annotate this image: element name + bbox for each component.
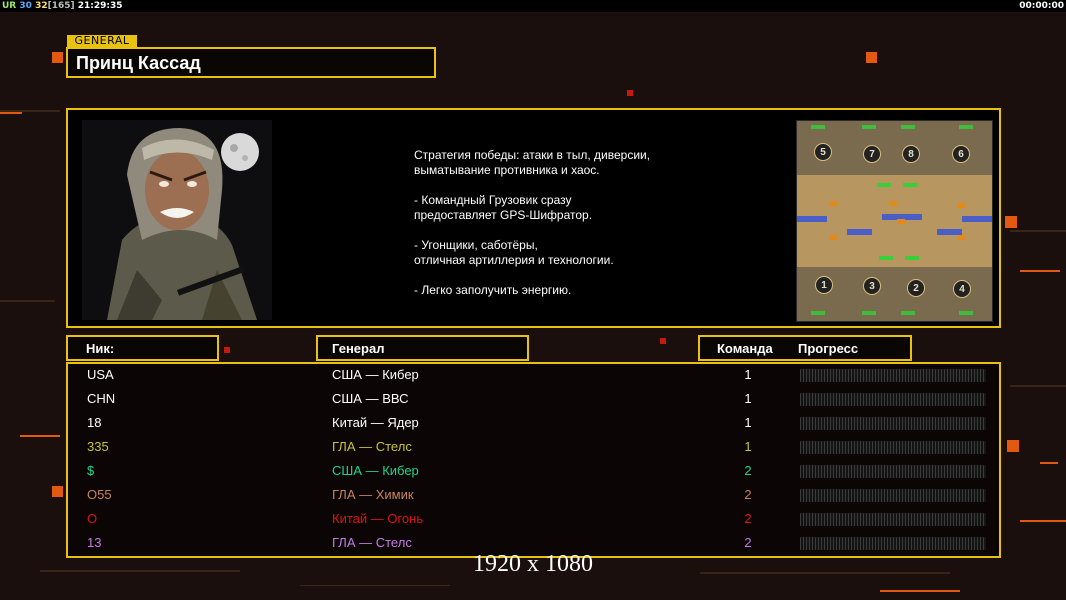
progress-bar	[800, 513, 986, 526]
player-team: 1	[744, 391, 752, 406]
player-row: 335 ГЛА — Стелс 1	[68, 436, 999, 460]
player-team: 1	[744, 439, 752, 454]
header-team-label: Команда	[717, 341, 773, 356]
stats-readout: UR 30 32[165] 21:29:35	[2, 0, 123, 12]
progress-bar	[800, 393, 986, 406]
player-row: $ США — Кибер 2	[68, 460, 999, 484]
player-general: ГЛА — Стелс	[332, 535, 412, 550]
general-portrait	[82, 120, 272, 320]
resolution-label: 1920 x 1080	[473, 551, 593, 577]
start-position-5[interactable]: 5	[814, 143, 832, 161]
start-position-2[interactable]: 2	[907, 279, 925, 297]
stat-2: 30	[19, 1, 32, 11]
player-nick: CHN	[87, 391, 116, 406]
header-progress-label: Прогресс	[798, 341, 859, 356]
player-row: 18 Китай — Ядер 1	[68, 412, 999, 436]
start-position-6[interactable]: 6	[952, 145, 970, 163]
player-general: США — Кибер	[332, 463, 419, 478]
player-team: 1	[744, 415, 752, 430]
strategy-line-1: Стратегия победы: атаки в тыл, диверсии,…	[414, 148, 651, 177]
header-team-progress: Команда Прогресс	[698, 335, 912, 361]
start-position-4[interactable]: 4	[953, 280, 971, 298]
strategy-text: Стратегия победы: атаки в тыл, диверсии,…	[414, 148, 714, 313]
player-general: ГЛА — Химик	[332, 487, 414, 502]
start-position-8[interactable]: 8	[902, 145, 920, 163]
header-nick: Ник:	[66, 335, 219, 361]
strategy-line-2: - Командный Грузовик сразу предоставляет…	[414, 193, 593, 222]
player-team: 1	[744, 367, 752, 382]
general-tag: GENERAL	[67, 35, 137, 47]
start-position-3[interactable]: 3	[863, 277, 881, 295]
start-position-7[interactable]: 7	[863, 145, 881, 163]
player-nick: 18	[87, 415, 102, 430]
strategy-line-3: - Угонщики, саботёры, отличная артиллери…	[414, 238, 614, 267]
player-nick: O55	[87, 487, 112, 502]
status-bar: UR 30 32[165] 21:29:35 00:00:00	[0, 0, 1066, 12]
general-name: Принц Кассад	[76, 53, 201, 73]
player-team: 2	[744, 511, 752, 526]
clock: 21:29:35	[77, 1, 123, 11]
strategy-line-4: - Легко заполучить энергию.	[414, 283, 572, 297]
map-preview: 5 7 8 6 1 3 2 4	[796, 120, 993, 322]
general-name-box: Принц Кассад	[66, 47, 436, 78]
player-team: 2	[744, 463, 752, 478]
player-list: USA США — Кибер 1 CHN США — ВВС 1 18 Кит…	[66, 362, 1001, 558]
header-nick-label: Ник:	[86, 341, 115, 356]
player-team: 2	[744, 535, 752, 550]
progress-bar	[800, 417, 986, 430]
player-nick: 335	[87, 439, 109, 454]
player-row: O55 ГЛА — Химик 2	[68, 484, 999, 508]
player-general: ГЛА — Стелс	[332, 439, 412, 454]
player-general: Китай — Огонь	[332, 511, 424, 526]
player-nick: USA	[87, 367, 114, 382]
player-nick: 13	[87, 535, 102, 550]
header-general-label: Генерал	[332, 341, 385, 356]
player-general: США — ВВС	[332, 391, 409, 406]
player-nick: O	[87, 511, 98, 526]
progress-bar	[800, 489, 986, 502]
progress-bar	[800, 369, 986, 382]
stat-3: 32	[35, 1, 48, 11]
start-position-1[interactable]: 1	[815, 276, 833, 294]
progress-bar	[800, 441, 986, 454]
player-row: USA США — Кибер 1	[68, 364, 999, 388]
player-nick: $	[87, 463, 95, 478]
progress-bar	[800, 537, 986, 550]
stat-1: UR	[2, 1, 17, 11]
player-row: O Китай — Огонь 2	[68, 508, 999, 532]
player-team: 2	[744, 487, 752, 502]
player-general: США — Кибер	[332, 367, 419, 382]
player-general: Китай — Ядер	[332, 415, 419, 430]
header-general: Генерал	[316, 335, 529, 361]
stat-4: [165]	[47, 1, 75, 11]
player-row: CHN США — ВВС 1	[68, 388, 999, 412]
progress-bar	[800, 465, 986, 478]
game-timer: 00:00:00	[1019, 1, 1064, 11]
general-info-panel: Стратегия победы: атаки в тыл, диверсии,…	[66, 108, 1001, 328]
